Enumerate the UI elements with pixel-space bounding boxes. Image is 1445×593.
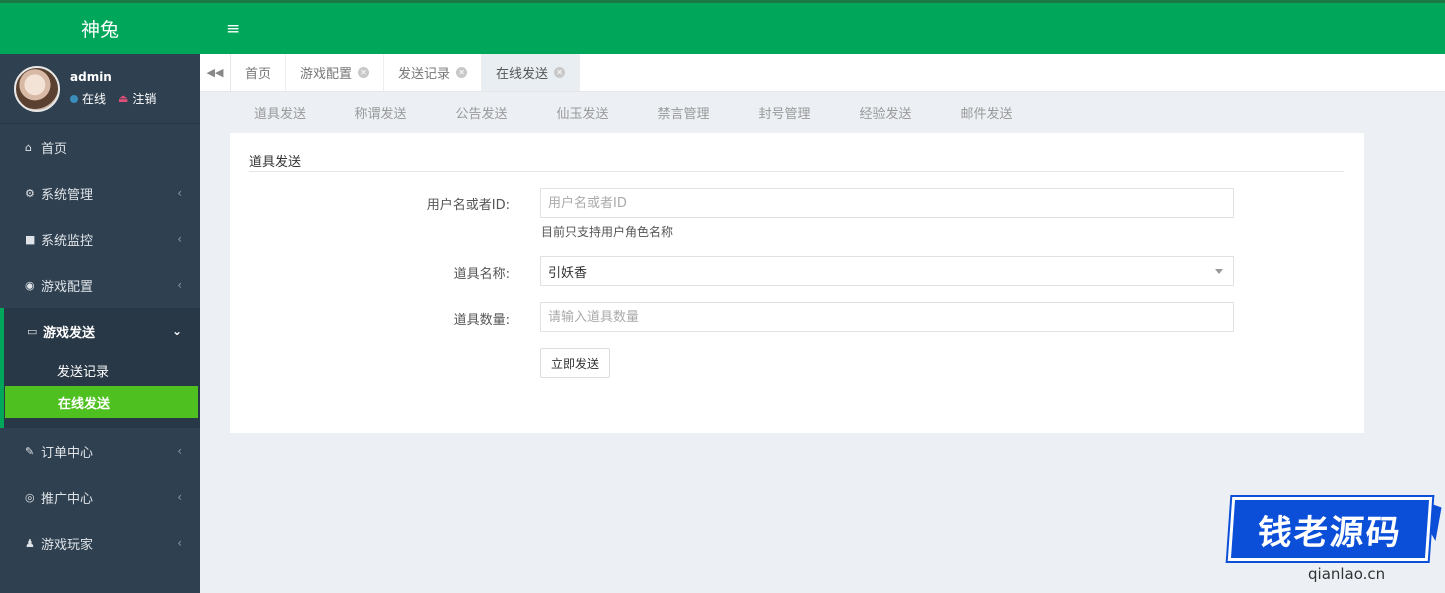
chevron-left-icon: ‹ <box>177 444 182 458</box>
user-icon: ♟ <box>25 536 35 550</box>
sidebar-item-label: 推广中心 <box>41 491 94 507</box>
sidebar-item-label: 系统管理 <box>41 187 94 203</box>
user-id-help: 目前只支持用户角色名称 <box>541 225 674 239</box>
video-camera-icon: ■ <box>25 232 36 246</box>
tab-label: 首页 <box>245 67 272 82</box>
tab-scroll-left-icon[interactable]: ◀◀ <box>200 54 231 91</box>
sidebar-item-system-management[interactable]: ⚙ 系统管理 ‹ <box>0 170 200 216</box>
sidebar-item-order-center[interactable]: ✎ 订单中心 ‹ <box>0 428 200 474</box>
chevron-down-icon: ⌄ <box>171 324 182 338</box>
eye-icon: ◎ <box>25 490 35 504</box>
logout-link[interactable]: 注销 <box>132 90 156 107</box>
subnav-item-props[interactable]: 道具发送 <box>230 103 330 122</box>
tabs-bar: ◀◀ 首页 游戏配置 ✕ 发送记录 ✕ 在线发送 ✕ <box>200 54 1445 92</box>
item-name-label: 道具名称: <box>453 267 510 282</box>
brand-logo[interactable]: 神兔 <box>0 0 200 54</box>
tab-send-records[interactable]: 发送记录 ✕ <box>384 54 483 91</box>
close-icon[interactable]: ✕ <box>554 67 566 78</box>
home-icon: ⌂ <box>25 140 32 154</box>
keyboard-icon: ▭ <box>27 324 38 338</box>
pen-icon: ✎ <box>25 444 35 458</box>
subnav-item-mail[interactable]: 邮件发送 <box>936 103 1037 122</box>
user-panel: admin 在线 ⏏ 注销 <box>0 54 200 124</box>
user-info: admin 在线 ⏏ 注销 <box>70 70 156 107</box>
user-id-label: 用户名或者ID: <box>426 198 510 213</box>
subnav-item-ban[interactable]: 封号管理 <box>734 103 835 122</box>
chevron-left-icon: ‹ <box>177 490 182 504</box>
watermark-logo: 钱老源码 qianlao.cn <box>1222 484 1445 593</box>
caret-down-icon <box>1215 269 1223 274</box>
online-status-label: 在线 <box>82 92 107 106</box>
avatar <box>14 65 60 112</box>
tab-game-config[interactable]: 游戏配置 ✕ <box>286 54 385 91</box>
sidebar-item-label: 游戏配置 <box>41 279 94 295</box>
close-icon[interactable]: ✕ <box>358 67 370 78</box>
chevron-left-icon: ‹ <box>177 232 182 246</box>
sidebar-submenu-game-send: 发送记录 在线发送 <box>0 354 200 428</box>
close-icon[interactable]: ✕ <box>456 67 468 78</box>
tab-label: 游戏配置 <box>300 67 353 82</box>
watermark-text: 钱老源码 <box>1256 512 1404 553</box>
send-now-button[interactable]: 立即发送 <box>540 348 610 378</box>
subnav-item-titles[interactable]: 称谓发送 <box>330 103 431 122</box>
subnav-item-announcement[interactable]: 公告发送 <box>431 103 532 122</box>
form-title: 道具发送 <box>249 151 1344 172</box>
sidebar-subitem-online-send[interactable]: 在线发送 <box>5 386 198 418</box>
sidebar-item-home[interactable]: ⌂ 首页 <box>0 124 200 170</box>
sidebar-item-system-monitor[interactable]: ■ 系统监控 ‹ <box>0 216 200 262</box>
sidebar: 神兔 admin 在线 ⏏ 注销 ⌂ 首页 ⚙ 系统管理 ‹ ■ 系统监控 ‹ <box>0 0 200 593</box>
sidebar-item-label: 游戏玩家 <box>41 537 94 553</box>
chevron-left-icon: ‹ <box>177 278 182 292</box>
sidebar-item-game-players[interactable]: ♟ 游戏玩家 ‹ <box>0 520 200 566</box>
sidebar-item-promotion-center[interactable]: ◎ 推广中心 ‹ <box>0 474 200 520</box>
item-name-select[interactable]: 引妖香 <box>540 256 1234 286</box>
chevron-left-icon: ‹ <box>177 186 182 200</box>
online-status-icon <box>70 94 78 103</box>
tab-label: 在线发送 <box>496 67 549 82</box>
sidebar-item-label: 订单中心 <box>41 445 94 461</box>
watermark-url: qianlao.cn <box>1308 565 1386 583</box>
send-type-nav: 道具发送 称谓发送 公告发送 仙玉发送 禁言管理 封号管理 经验发送 邮件发送 <box>230 92 1364 132</box>
chevron-left-icon: ‹ <box>177 536 182 550</box>
subnav-item-jade[interactable]: 仙玉发送 <box>532 103 633 122</box>
sidebar-item-label: 游戏发送 <box>43 325 96 341</box>
user-status: 在线 ⏏ 注销 <box>70 90 156 107</box>
gear-icon: ⚙ <box>25 186 35 200</box>
subnav-item-exp[interactable]: 经验发送 <box>835 103 936 122</box>
gamepad-icon: ◉ <box>25 278 35 292</box>
logout-icon[interactable]: ⏏ <box>118 92 128 105</box>
top-navbar: ≡ <box>200 0 1445 54</box>
user-name: admin <box>70 70 112 84</box>
item-name-value: 引妖香 <box>548 265 588 281</box>
hamburger-icon[interactable]: ≡ <box>226 19 240 39</box>
sidebar-subitem-send-records[interactable]: 发送记录 <box>4 354 200 386</box>
tab-label: 发送记录 <box>398 67 451 82</box>
sidebar-item-label: 首页 <box>41 141 68 157</box>
sidebar-item-game-config[interactable]: ◉ 游戏配置 ‹ <box>0 262 200 308</box>
tab-online-send[interactable]: 在线发送 ✕ <box>482 54 581 91</box>
sidebar-item-game-send[interactable]: ▭ 游戏发送 ⌄ <box>0 308 200 354</box>
sidebar-item-label: 系统监控 <box>41 233 94 249</box>
item-quantity-input[interactable] <box>540 302 1234 332</box>
send-form-card: 道具发送 用户名或者ID: 目前只支持用户角色名称 道具名称: 引妖香 道具数量… <box>230 133 1364 433</box>
tab-home[interactable]: 首页 <box>231 54 287 91</box>
item-quantity-label: 道具数量: <box>453 313 510 328</box>
sidebar-menu: ⌂ 首页 ⚙ 系统管理 ‹ ■ 系统监控 ‹ ◉ 游戏配置 ‹ ▭ 游戏发送 ⌄… <box>0 124 200 566</box>
user-id-input[interactable] <box>540 188 1234 218</box>
watermark-badge: 钱老源码 <box>1227 497 1433 561</box>
subnav-item-mute[interactable]: 禁言管理 <box>633 103 734 122</box>
